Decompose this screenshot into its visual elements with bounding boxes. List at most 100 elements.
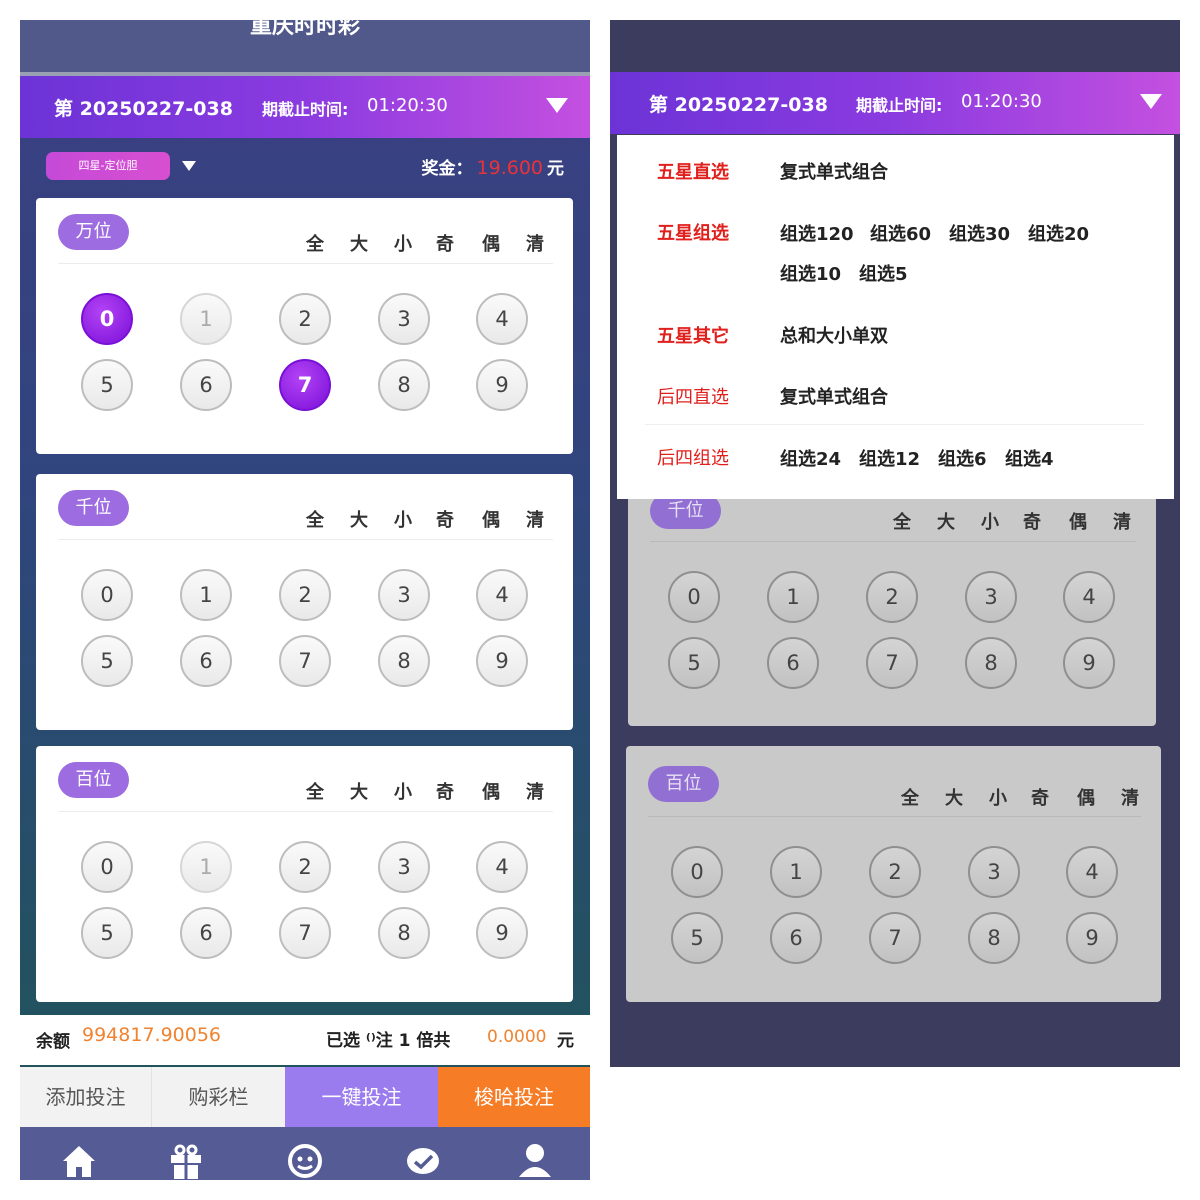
clear-button[interactable]: 清	[1121, 784, 1139, 810]
small-button[interactable]: 小	[981, 508, 999, 534]
number-ball[interactable]: 1	[767, 571, 819, 623]
number-ball[interactable]: 5	[671, 912, 723, 964]
period-bar[interactable]: 第 20250227-038 期截止时间: 01:20:30	[610, 72, 1180, 134]
number-ball[interactable]: 7	[866, 637, 918, 689]
odd-button[interactable]: 奇	[1031, 784, 1049, 810]
small-button[interactable]: 小	[394, 230, 412, 256]
number-ball[interactable]: 8	[965, 637, 1017, 689]
number-ball[interactable]: 6	[180, 635, 232, 687]
number-ball[interactable]: 5	[668, 637, 720, 689]
number-ball[interactable]: 6	[180, 359, 232, 411]
home-icon[interactable]	[59, 1141, 99, 1180]
number-ball[interactable]: 8	[968, 912, 1020, 964]
all-in-bet-button[interactable]: 梭哈投注	[438, 1067, 590, 1127]
menu-option[interactable]: 组选60	[870, 220, 931, 246]
menu-option[interactable]: 组选30	[949, 220, 1010, 246]
chevron-down-icon[interactable]	[182, 161, 196, 171]
number-ball[interactable]: 5	[81, 907, 133, 959]
number-ball[interactable]: 0	[668, 571, 720, 623]
menu-category[interactable]: 后四直选	[657, 383, 729, 409]
big-button[interactable]: 大	[350, 778, 368, 804]
clear-button[interactable]: 清	[526, 778, 544, 804]
number-ball[interactable]: 7	[279, 635, 331, 687]
chevron-down-icon[interactable]	[546, 98, 568, 113]
number-ball[interactable]: 7	[279, 359, 331, 411]
number-ball[interactable]: 4	[476, 569, 528, 621]
number-ball[interactable]: 2	[279, 841, 331, 893]
number-ball[interactable]: 7	[869, 912, 921, 964]
number-ball[interactable]: 2	[869, 846, 921, 898]
odd-button[interactable]: 奇	[1023, 508, 1041, 534]
menu-option[interactable]: 组选10	[780, 260, 841, 286]
even-button[interactable]: 偶	[482, 778, 500, 804]
number-ball[interactable]: 1	[180, 841, 232, 893]
even-button[interactable]: 偶	[482, 230, 500, 256]
even-button[interactable]: 偶	[1069, 508, 1087, 534]
number-ball[interactable]: 3	[965, 571, 1017, 623]
small-button[interactable]: 小	[989, 784, 1007, 810]
number-ball[interactable]: 9	[476, 907, 528, 959]
number-ball[interactable]: 3	[968, 846, 1020, 898]
number-ball[interactable]: 1	[180, 569, 232, 621]
big-button[interactable]: 大	[350, 506, 368, 532]
number-ball[interactable]: 0	[81, 841, 133, 893]
number-ball[interactable]: 2	[866, 571, 918, 623]
user-icon[interactable]	[515, 1141, 555, 1180]
number-ball[interactable]: 0	[81, 293, 133, 345]
select-all-button[interactable]: 全	[901, 784, 919, 810]
menu-option[interactable]: 组选120	[780, 220, 854, 246]
clear-button[interactable]: 清	[1113, 508, 1131, 534]
clear-button[interactable]: 清	[526, 230, 544, 256]
number-ball[interactable]: 9	[1063, 637, 1115, 689]
number-ball[interactable]: 7	[279, 907, 331, 959]
menu-option[interactable]: 组选12	[859, 445, 920, 471]
menu-option[interactable]: 组选6	[938, 445, 987, 471]
big-button[interactable]: 大	[945, 784, 963, 810]
big-button[interactable]: 大	[937, 508, 955, 534]
menu-option[interactable]: 组选5	[859, 260, 908, 286]
add-bet-button[interactable]: 添加投注	[20, 1067, 151, 1127]
chevron-down-icon[interactable]	[1140, 94, 1162, 109]
number-ball[interactable]: 2	[279, 569, 331, 621]
number-ball[interactable]: 8	[378, 635, 430, 687]
service-icon[interactable]	[285, 1141, 325, 1180]
select-all-button[interactable]: 全	[306, 506, 324, 532]
number-ball[interactable]: 3	[378, 569, 430, 621]
small-button[interactable]: 小	[394, 778, 412, 804]
message-icon[interactable]	[403, 1141, 443, 1180]
even-button[interactable]: 偶	[482, 506, 500, 532]
cart-button[interactable]: 购彩栏	[151, 1067, 285, 1127]
odd-button[interactable]: 奇	[436, 506, 454, 532]
number-ball[interactable]: 8	[378, 359, 430, 411]
number-ball[interactable]: 9	[476, 359, 528, 411]
number-ball[interactable]: 5	[81, 635, 133, 687]
menu-category[interactable]: 五星其它	[657, 322, 729, 348]
menu-option[interactable]: 总和大小单双	[780, 322, 888, 348]
number-ball[interactable]: 6	[770, 912, 822, 964]
menu-option[interactable]: 复式单式组合	[780, 158, 888, 184]
odd-button[interactable]: 奇	[436, 230, 454, 256]
period-bar[interactable]: 第 20250227-038 期截止时间: 01:20:30	[20, 76, 590, 138]
number-ball[interactable]: 2	[279, 293, 331, 345]
number-ball[interactable]: 4	[1066, 846, 1118, 898]
number-ball[interactable]: 8	[378, 907, 430, 959]
number-ball[interactable]: 6	[180, 907, 232, 959]
play-type-selector[interactable]: 四星-定位胆	[46, 152, 170, 180]
clear-button[interactable]: 清	[526, 506, 544, 532]
menu-category[interactable]: 五星组选	[657, 219, 729, 245]
number-ball[interactable]: 6	[767, 637, 819, 689]
gift-icon[interactable]	[166, 1141, 206, 1180]
quick-bet-button[interactable]: 一键投注	[285, 1067, 438, 1127]
number-ball[interactable]: 4	[476, 841, 528, 893]
number-ball[interactable]: 1	[770, 846, 822, 898]
menu-category[interactable]: 五星直选	[657, 158, 729, 184]
odd-button[interactable]: 奇	[436, 778, 454, 804]
number-ball[interactable]: 3	[378, 841, 430, 893]
select-all-button[interactable]: 全	[306, 778, 324, 804]
big-button[interactable]: 大	[350, 230, 368, 256]
menu-option[interactable]: 组选20	[1028, 220, 1089, 246]
number-ball[interactable]: 0	[671, 846, 723, 898]
menu-category[interactable]: 后四组选	[657, 444, 729, 470]
menu-option[interactable]: 复式单式组合	[780, 383, 888, 409]
select-all-button[interactable]: 全	[306, 230, 324, 256]
